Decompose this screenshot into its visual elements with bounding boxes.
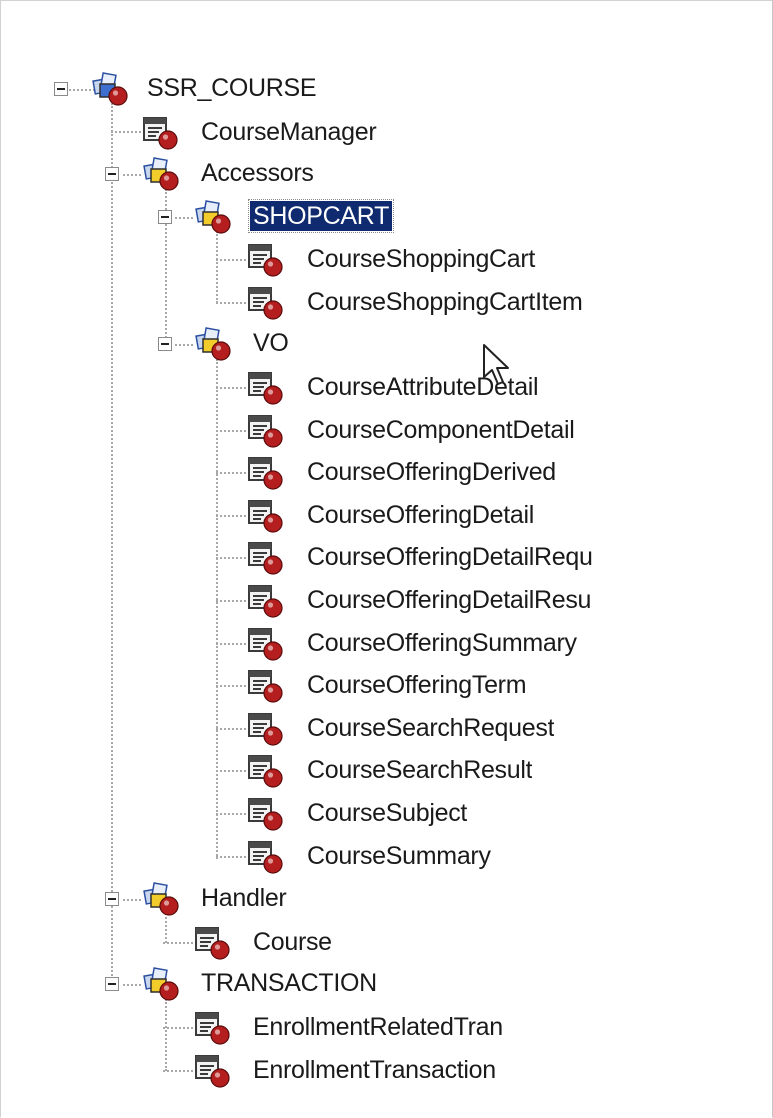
tree-node-label: EnrollmentTransaction <box>253 1055 496 1084</box>
tree-node-label: CourseOfferingDetail <box>307 500 534 529</box>
tree-node-label: SSR_COURSE <box>147 74 317 102</box>
class-icon <box>248 542 283 575</box>
tree-node-label: CourseSummary <box>307 841 491 870</box>
class-icon <box>248 755 283 788</box>
tree-connector <box>216 770 246 773</box>
tree-connector <box>216 685 246 688</box>
mouse-pointer-icon <box>483 344 509 385</box>
tree-node-label: Accessors <box>201 159 314 187</box>
package-icon <box>195 200 231 234</box>
tree-node-item[interactable]: CourseAttributeDetail <box>1 367 772 407</box>
class-icon <box>248 585 283 618</box>
tree-node-label: Handler <box>201 884 287 912</box>
collapse-toggle[interactable] <box>105 977 119 991</box>
tree-connector <box>216 387 246 389</box>
package-icon <box>92 72 128 106</box>
tree-node-item[interactable]: CourseOfferingDerived <box>1 452 772 492</box>
tree-node-item[interactable]: CourseComponentDetail <box>1 410 772 450</box>
tree-connector <box>163 1069 193 1072</box>
tree-connector <box>163 1027 193 1029</box>
class-icon <box>248 712 283 746</box>
tree-node-item[interactable]: EnrollmentRelatedTran <box>1 1007 772 1047</box>
tree-connector <box>216 259 246 261</box>
tree-node-item[interactable]: EnrollmentTransaction <box>1 1050 772 1090</box>
tree-node-vo[interactable]: VO <box>1 324 772 364</box>
class-icon <box>248 286 283 320</box>
tree-node-item[interactable]: CourseSubject <box>1 793 772 833</box>
tree-connector <box>216 855 246 858</box>
tree-node-label: CourseShoppingCartItem <box>307 287 583 316</box>
package-icon <box>143 967 179 1001</box>
tree-node-item[interactable]: CourseOfferingDetail <box>1 495 772 535</box>
tree-node-item[interactable]: CourseSearchResult <box>1 750 772 790</box>
tree-connector <box>216 472 246 475</box>
tree-connector <box>216 429 246 432</box>
class-icon <box>248 457 283 490</box>
class-icon <box>248 372 283 405</box>
class-icon <box>195 1054 230 1088</box>
tree-node-label: CourseSearchRequest <box>307 713 555 742</box>
tree-node-item[interactable]: CourseSearchRequest <box>1 708 772 748</box>
tree-connector <box>216 557 246 560</box>
tree-view-panel: SSR_COURSE CourseManager Accessors SHOPC… <box>0 0 773 1118</box>
tree-node-label: CourseOfferingDetailResu <box>307 586 592 614</box>
class-icon <box>248 840 283 874</box>
tree-connector <box>216 727 246 730</box>
tree-node-ssr-course[interactable]: SSR_COURSE <box>1 69 772 109</box>
tree-node-label: CourseManager <box>201 118 377 146</box>
collapse-toggle[interactable] <box>105 892 119 906</box>
class-icon <box>248 414 283 448</box>
tree-node-accessors[interactable]: Accessors <box>1 154 772 194</box>
class-icon <box>143 117 178 150</box>
class-icon <box>248 670 283 703</box>
tree-node-handler[interactable]: Handler <box>1 879 772 919</box>
tree-node-item[interactable]: CourseOfferingDetailResu <box>1 580 772 620</box>
tree-connector <box>163 942 193 944</box>
tree-connector <box>216 642 246 645</box>
collapse-toggle[interactable] <box>158 337 172 351</box>
tree-node-item[interactable]: CourseShoppingCart <box>1 239 772 279</box>
tree-node-item[interactable]: CourseShoppingCartItem <box>1 282 772 322</box>
tree-node-item[interactable]: CourseSummary <box>1 836 772 876</box>
tree-node-label: CourseOfferingDerived <box>307 458 556 487</box>
class-icon <box>195 1012 230 1045</box>
tree-node-shopcart[interactable]: SHOPCART <box>1 197 772 237</box>
tree-node-label: CourseSubject <box>307 799 468 827</box>
tree-node-item[interactable]: CourseOfferingDetailRequ <box>1 537 772 577</box>
class-icon <box>248 244 283 277</box>
tree-node-item[interactable]: CourseOfferingTerm <box>1 665 772 705</box>
tree-connector <box>216 514 246 517</box>
collapse-toggle[interactable] <box>105 167 119 181</box>
tree-node-label: CourseOfferingDetailRequ <box>307 543 593 572</box>
package-icon <box>195 327 231 361</box>
tree-node-label: EnrollmentRelatedTran <box>253 1013 503 1041</box>
tree-connector <box>216 813 246 815</box>
tree-node-label: CourseComponentDetail <box>307 415 575 444</box>
tree-node-item[interactable]: CourseOfferingSummary <box>1 623 772 663</box>
package-icon <box>143 157 179 191</box>
tree-node-label-selected: SHOPCART <box>247 199 395 233</box>
tree-node-label: CourseOfferingTerm <box>307 671 527 700</box>
tree-node-label: TRANSACTION <box>201 969 377 997</box>
class-icon <box>248 627 283 661</box>
collapse-toggle[interactable] <box>54 82 68 96</box>
tree-node-label: CourseShoppingCart <box>307 245 536 273</box>
collapse-toggle[interactable] <box>158 210 172 224</box>
tree-node-label: Course <box>253 928 332 956</box>
tree-connector <box>216 301 246 304</box>
class-icon <box>248 798 283 831</box>
tree-node-transaction[interactable]: TRANSACTION <box>1 964 772 1004</box>
tree-node-label: CourseOfferingSummary <box>307 628 577 657</box>
tree-node-course-manager[interactable]: CourseManager <box>1 112 772 152</box>
package-icon <box>143 882 179 916</box>
tree-node-label: CourseSearchResult <box>307 756 533 785</box>
class-icon <box>248 499 283 533</box>
tree-node-label: VO <box>253 329 289 357</box>
class-icon <box>195 927 230 960</box>
tree-node-item[interactable]: Course <box>1 922 772 962</box>
tree-connector <box>216 600 246 602</box>
